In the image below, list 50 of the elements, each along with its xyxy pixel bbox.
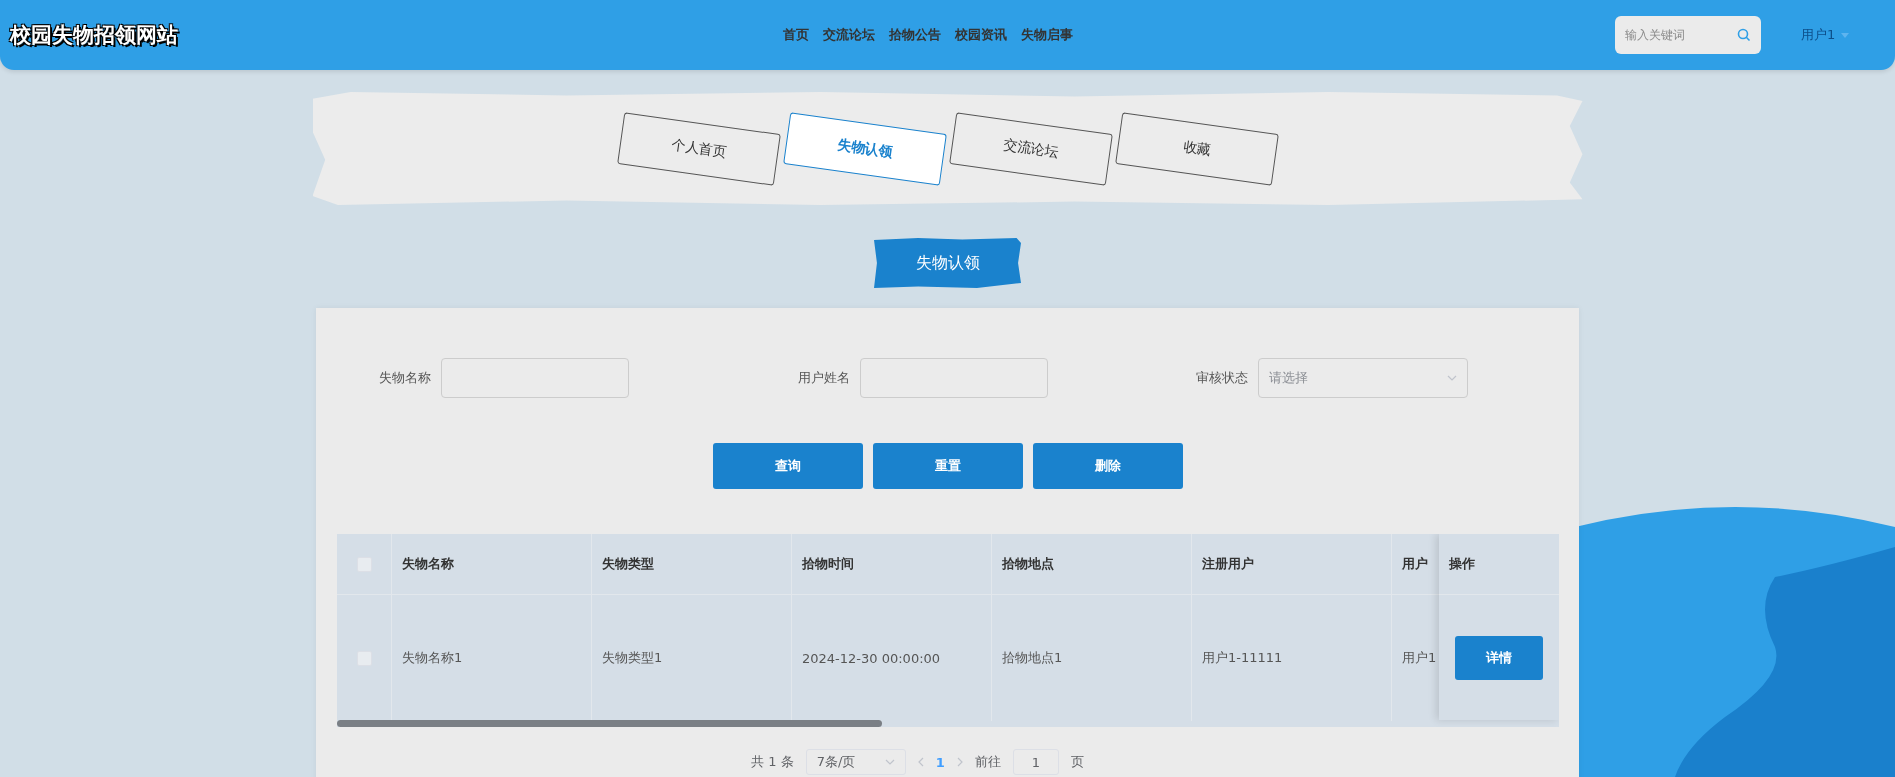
nav-link[interactable]: 首页 <box>782 26 809 44</box>
column-header: 拾物地点 <box>1002 555 1054 573</box>
table-cell: 用户1-11111 <box>1202 649 1283 667</box>
table-cell: 失物类型1 <box>602 649 663 667</box>
previous-page-icon[interactable] <box>917 757 924 767</box>
tab[interactable]: 交流论坛 <box>948 111 1113 186</box>
select-field[interactable]: 请选择 <box>1258 358 1469 398</box>
tab[interactable]: 收藏 <box>1114 111 1279 186</box>
site-title: 校园失物招领网站 <box>10 22 179 49</box>
column-header: 拾物时间 <box>802 555 854 573</box>
column-header: 注册用户 <box>1202 555 1254 573</box>
page-size-select[interactable]: 7条/页 <box>805 749 906 775</box>
select-placeholder: 请选择 <box>1269 369 1309 387</box>
next-page-icon[interactable] <box>956 757 963 767</box>
input-field[interactable] <box>859 358 1048 398</box>
column-header: 用户 <box>1402 555 1428 573</box>
section-title: 失物认领 <box>874 238 1021 288</box>
page-input[interactable]: 1 <box>1012 749 1059 775</box>
scrollbar-thumb[interactable] <box>337 720 882 727</box>
input-field[interactable] <box>441 358 629 398</box>
action-button[interactable]: 查询 <box>712 443 863 489</box>
nav-link[interactable]: 校园资讯 <box>954 26 1007 44</box>
chevron-down-icon <box>884 759 895 765</box>
nav-link[interactable]: 交流论坛 <box>822 26 875 44</box>
details-button[interactable]: 详情 <box>1455 636 1543 680</box>
tab[interactable]: 失物认领 <box>782 111 947 186</box>
user-menu[interactable]: 用户1 <box>1801 26 1850 44</box>
page-number[interactable]: 1 <box>935 754 945 770</box>
table-cell: 拾物地点1 <box>1002 649 1063 667</box>
action-button[interactable]: 重置 <box>872 443 1023 489</box>
search-field[interactable]: 输入关键词 <box>1615 16 1761 54</box>
field-label: 审核状态 <box>1196 369 1249 387</box>
table-cell: 失物名称1 <box>402 649 463 667</box>
column-header: 操作 <box>1449 555 1475 573</box>
action-button[interactable]: 删除 <box>1032 443 1183 489</box>
nav-link[interactable]: 失物启事 <box>1020 26 1073 44</box>
table-cell: 用户1 <box>1402 649 1437 667</box>
tab[interactable]: 个人首页 <box>616 111 781 186</box>
table-cell: 2024-12-30 00:00:00 <box>802 650 941 666</box>
column-header: 失物类型 <box>602 555 654 573</box>
chevron-down-icon <box>1447 375 1458 381</box>
total-count: 共 1 条 <box>751 753 794 771</box>
page-suffix: 页 <box>1070 753 1084 771</box>
nav-link[interactable]: 拾物公告 <box>888 26 941 44</box>
search-icon[interactable] <box>1737 28 1751 42</box>
column-header: 失物名称 <box>402 555 454 573</box>
field-label: 用户姓名 <box>797 369 850 387</box>
caret-icon <box>1841 32 1850 38</box>
goto-label: 前往 <box>974 753 1001 771</box>
field-label: 失物名称 <box>379 369 431 387</box>
